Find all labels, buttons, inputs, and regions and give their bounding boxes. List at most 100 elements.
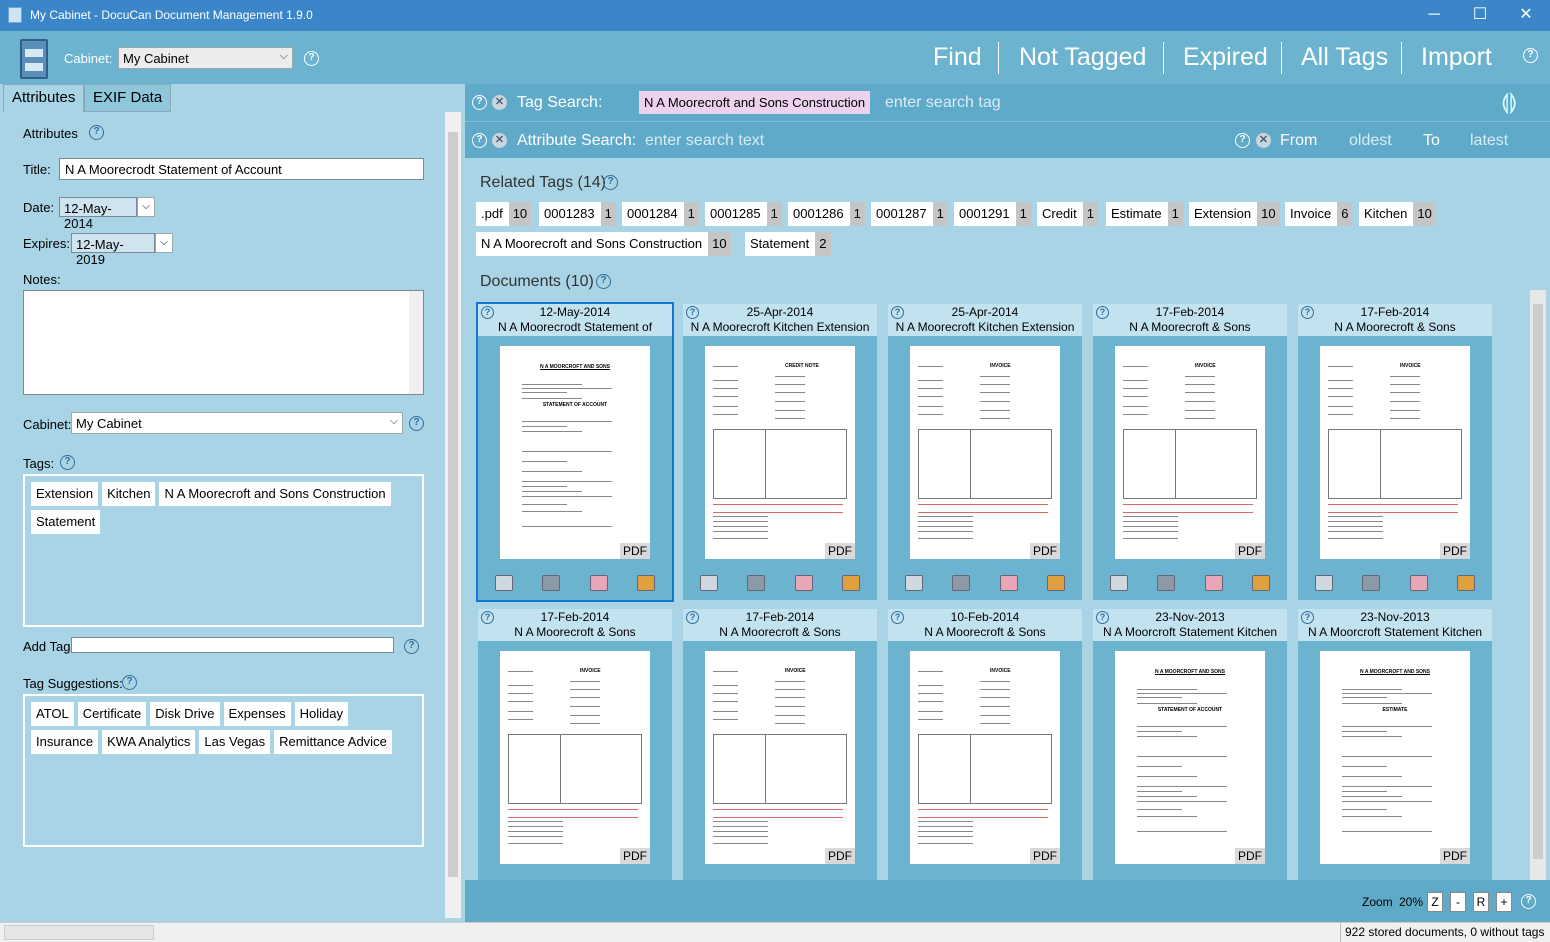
attach-icon[interactable]	[952, 575, 970, 591]
suggestions-help-icon[interactable]: ?	[122, 675, 137, 690]
suggestion-chip[interactable]: Holiday	[294, 702, 348, 726]
attach-icon[interactable]	[1362, 575, 1380, 591]
cabinet-select[interactable]: My Cabinet ⌵	[118, 47, 293, 69]
document-info-icon[interactable]: ?	[1301, 306, 1314, 319]
document-card[interactable]: ? 23-Nov-2013 N A Moorcroft Statement Kitc…	[1093, 609, 1287, 905]
save-icon[interactable]	[842, 575, 860, 591]
notes-field[interactable]	[23, 290, 424, 395]
related-tag[interactable]: Extension 10	[1189, 202, 1280, 226]
save-icon[interactable]	[1047, 575, 1065, 591]
expires-dropdown-icon[interactable]: ⌵	[155, 233, 173, 253]
related-tag[interactable]: N A Moorecroft and Sons Construction 10	[476, 232, 731, 256]
nav-expired[interactable]: Expired	[1183, 43, 1268, 72]
add-tag-help-icon[interactable]: ?	[404, 639, 419, 654]
tab-exif-data[interactable]: EXIF Data	[84, 84, 172, 112]
document-thumbnail[interactable]: N A MOORCROFT AND SONS STATEMENT OF ACCOU…	[500, 346, 650, 559]
tag-chip[interactable]: Statement	[31, 510, 101, 534]
document-card[interactable]: ? 23-Nov-2013 N A Moorcroft Statement Kitc…	[1298, 609, 1492, 905]
zoom-in-button[interactable]: +	[1496, 892, 1512, 912]
left-scrollbar[interactable]	[445, 112, 461, 918]
cabinet-select-left[interactable]: My Cabinet ⌵	[71, 412, 403, 434]
document-card[interactable]: ? 10-Feb-2014 N A Moorecroft & Sons INVOICE…	[888, 609, 1082, 905]
date-range-clear-icon[interactable]: ✕	[1256, 133, 1271, 148]
document-info-icon[interactable]: ?	[1096, 611, 1109, 624]
close-button[interactable]: ✕	[1503, 0, 1549, 31]
nav-not-tagged[interactable]: Not Tagged	[1019, 43, 1146, 72]
documents-scrollbar[interactable]	[1530, 290, 1546, 880]
related-help-icon[interactable]: ?	[603, 175, 618, 190]
refresh-icon[interactable]: ⟬⟭	[1501, 89, 1517, 115]
nav-find[interactable]: Find	[933, 43, 982, 72]
suggestion-chip[interactable]: KWA Analytics	[102, 730, 196, 754]
document-card[interactable]: ? 17-Feb-2014 N A Moorecroft & Sons INVOICE…	[683, 609, 877, 905]
to-input[interactable]: latest	[1470, 132, 1508, 150]
document-thumbnail[interactable]: N A MOORCROFT AND SONS STATEMENT OF ACCOU…	[1115, 651, 1265, 864]
active-search-tag[interactable]: N A Moorecroft and Sons Construction	[639, 91, 871, 114]
document-info-icon[interactable]: ?	[1301, 611, 1314, 624]
related-tag[interactable]: Statement 2	[745, 232, 831, 256]
expires-field[interactable]: 12-May-2019	[71, 233, 155, 267]
view-icon[interactable]	[700, 575, 718, 591]
attach-icon[interactable]	[1157, 575, 1175, 591]
document-thumbnail[interactable]: CREDIT NOTE PDF	[705, 346, 855, 559]
document-info-icon[interactable]: ?	[891, 611, 904, 624]
save-icon[interactable]	[1457, 575, 1475, 591]
zoom-out-button[interactable]: -	[1450, 892, 1466, 912]
nav-import[interactable]: Import	[1421, 43, 1492, 72]
document-thumbnail[interactable]: INVOICE PDF	[1320, 346, 1470, 559]
related-tag[interactable]: .pdf 10	[476, 202, 532, 226]
from-input[interactable]: oldest	[1349, 132, 1392, 150]
document-thumbnail[interactable]: INVOICE PDF	[500, 651, 650, 864]
suggestion-chip[interactable]: Las Vegas	[199, 730, 271, 754]
title-field[interactable]: N A Moorecrodt Statement of Account	[59, 158, 424, 180]
notes-scrollbar[interactable]	[409, 291, 423, 394]
related-tag[interactable]: 0001286 1	[788, 202, 865, 226]
attr-search-help-icon[interactable]: ?	[472, 133, 487, 148]
cabinet-left-help-icon[interactable]: ?	[409, 416, 424, 431]
tag-chip[interactable]: N A Moorecroft and Sons Construction	[159, 482, 391, 506]
document-thumbnail[interactable]: N A MOORCROFT AND SONS ESTIMATE PDF	[1320, 651, 1470, 864]
delete-icon[interactable]	[1410, 575, 1428, 591]
delete-icon[interactable]	[1000, 575, 1018, 591]
document-thumbnail[interactable]: INVOICE PDF	[910, 346, 1060, 559]
document-info-icon[interactable]: ?	[481, 611, 494, 624]
left-scrollbar-thumb[interactable]	[448, 132, 458, 877]
document-card[interactable]: ? 25-Apr-2014 N A Moorecroft Kitchen Exten…	[888, 304, 1082, 600]
zoom-help-icon[interactable]: ?	[1521, 894, 1536, 909]
suggestion-chip[interactable]: ATOL	[31, 702, 74, 726]
tag-chip[interactable]: Kitchen	[102, 482, 156, 506]
minimize-button[interactable]: ─	[1411, 0, 1457, 31]
document-card[interactable]: ? 17-Feb-2014 N A Moorecroft & Sons INVOICE…	[1093, 304, 1287, 600]
document-card[interactable]: ? 17-Feb-2014 N A Moorecroft & Sons INVOICE…	[1298, 304, 1492, 600]
tag-search-clear-icon[interactable]: ✕	[492, 95, 507, 110]
zoom-fit-button[interactable]: Z	[1427, 892, 1443, 912]
date-dropdown-icon[interactable]: ⌵	[137, 197, 155, 217]
attach-icon[interactable]	[747, 575, 765, 591]
suggestion-chip[interactable]: Insurance	[31, 730, 99, 754]
zoom-reset-button[interactable]: R	[1473, 892, 1489, 912]
suggestion-chip[interactable]: Disk Drive	[150, 702, 220, 726]
attr-search-clear-icon[interactable]: ✕	[492, 133, 507, 148]
document-card[interactable]: ? 25-Apr-2014 N A Moorecroft Kitchen Exten…	[683, 304, 877, 600]
document-thumbnail[interactable]: INVOICE PDF	[1115, 346, 1265, 559]
delete-icon[interactable]	[590, 575, 608, 591]
toolbar-help-icon[interactable]: ?	[1523, 48, 1538, 63]
add-tag-field[interactable]	[71, 637, 394, 653]
tags-help-icon[interactable]: ?	[60, 455, 75, 470]
related-tag[interactable]: 0001283 1	[539, 202, 616, 226]
suggestion-chip[interactable]: Certificate	[77, 702, 147, 726]
view-icon[interactable]	[905, 575, 923, 591]
date-field[interactable]: 12-May-2014	[59, 197, 137, 231]
related-tag[interactable]: 0001287 1	[871, 202, 948, 226]
attach-icon[interactable]	[542, 575, 560, 591]
related-tag[interactable]: 0001291 1	[954, 202, 1031, 226]
view-icon[interactable]	[1110, 575, 1128, 591]
document-card[interactable]: ? 12-May-2014 N A Moorecrodt Statement of N…	[476, 302, 674, 602]
document-thumbnail[interactable]: INVOICE PDF	[910, 651, 1060, 864]
related-tag[interactable]: 0001284 1	[622, 202, 699, 226]
document-info-icon[interactable]: ?	[891, 306, 904, 319]
attributes-help-icon[interactable]: ?	[89, 125, 104, 140]
maximize-button[interactable]: ☐	[1457, 0, 1503, 31]
document-card[interactable]: ? 17-Feb-2014 N A Moorecroft & Sons INVOICE…	[478, 609, 672, 905]
save-icon[interactable]	[637, 575, 655, 591]
